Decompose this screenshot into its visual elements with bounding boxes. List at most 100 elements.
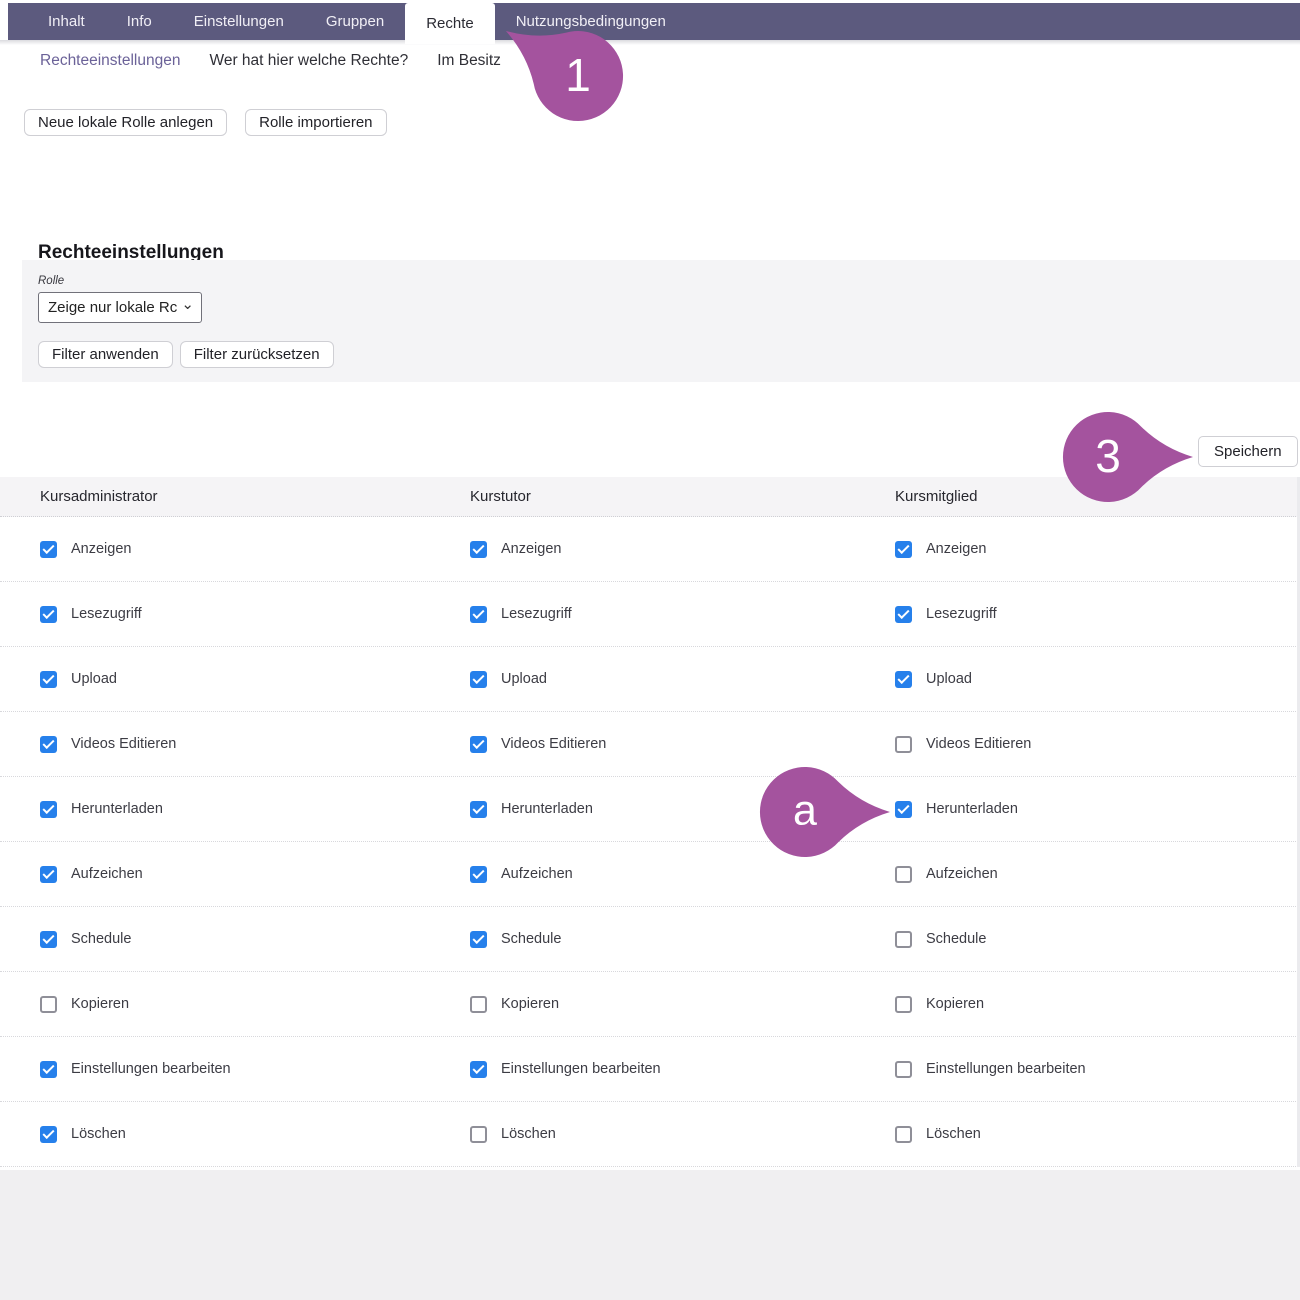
permission-cell: Kopieren — [470, 996, 895, 1013]
filter-apply-button[interactable]: Filter anwenden — [38, 341, 173, 368]
checkbox-kurstutor-upload[interactable] — [470, 671, 487, 688]
tab-rechte[interactable]: Rechte — [405, 3, 495, 44]
permission-cell: Lesezugriff — [895, 606, 1300, 623]
checkbox-kurstutor-kopieren[interactable] — [470, 996, 487, 1013]
permissions-table: Anzeigen Anzeigen Anzeigen Lesezugriff Lesez… — [0, 517, 1300, 1167]
permission-label: Löschen — [926, 1126, 981, 1142]
permission-label: Lesezugriff — [501, 606, 572, 622]
checkbox-kursmitglied-anzeigen[interactable] — [895, 541, 912, 558]
checkbox-kursmitglied-videos-editieren[interactable] — [895, 736, 912, 753]
permission-label: Upload — [71, 671, 117, 687]
permission-label: Videos Editieren — [926, 736, 1031, 752]
checkbox-kurstutor-herunterladen[interactable] — [470, 801, 487, 818]
checkbox-kursmitglied-einstellungen-bearbeiten[interactable] — [895, 1061, 912, 1078]
checkbox-kursadministrator-schedule[interactable] — [40, 931, 57, 948]
annotation-balloon-1: 1 — [531, 26, 665, 126]
permission-cell: Anzeigen — [895, 541, 1300, 558]
checkbox-kursadministrator-upload[interactable] — [40, 671, 57, 688]
permission-cell: Herunterladen — [40, 801, 470, 818]
permission-label: Lesezugriff — [926, 606, 997, 622]
table-row-schedule: ScheduleScheduleSchedule — [0, 907, 1300, 972]
permission-cell: Videos Editieren — [470, 736, 895, 753]
permission-cell: Löschen — [470, 1126, 895, 1143]
permission-cell: Kopieren — [895, 996, 1300, 1013]
checkbox-kursmitglied-herunterladen[interactable] — [895, 801, 912, 818]
permission-cell: Upload — [895, 671, 1300, 688]
annotation-balloon-a: a — [758, 762, 892, 862]
permission-cell: Anzeigen — [40, 541, 470, 558]
permission-label: Kopieren — [926, 996, 984, 1012]
permission-cell: Upload — [40, 671, 470, 688]
checkbox-kursadministrator-aufzeichen[interactable] — [40, 866, 57, 883]
table-row-lesezugriff: LesezugriffLesezugriffLesezugriff — [0, 582, 1300, 647]
permission-label: Einstellungen bearbeiten — [71, 1061, 231, 1077]
filter-reset-button[interactable]: Filter zurücksetzen — [180, 341, 334, 368]
permission-label: Aufzeichen — [501, 866, 573, 882]
permission-cell: Einstellungen bearbeiten — [40, 1061, 470, 1078]
annotation-balloon-3: 3 — [1061, 407, 1195, 507]
save-button[interactable]: Speichern — [1198, 436, 1298, 467]
checkbox-kursadministrator-löschen[interactable] — [40, 1126, 57, 1143]
permission-label: Upload — [926, 671, 972, 687]
checkbox-kursadministrator-lesezugriff[interactable] — [40, 606, 57, 623]
permission-label: Videos Editieren — [71, 736, 176, 752]
checkbox-kursadministrator-videos-editieren[interactable] — [40, 736, 57, 753]
permission-label: Anzeigen — [501, 541, 561, 557]
checkbox-kursmitglied-aufzeichen[interactable] — [895, 866, 912, 883]
new-role-button[interactable]: Neue lokale Rolle anlegen — [24, 109, 227, 136]
permission-label: Herunterladen — [501, 801, 593, 817]
column-header-kursadministrator: Kursadministrator — [40, 488, 470, 505]
checkbox-kurstutor-einstellungen-bearbeiten[interactable] — [470, 1061, 487, 1078]
checkbox-kursadministrator-anzeigen[interactable] — [40, 541, 57, 558]
subnav-rechteeinstellungen[interactable]: Rechteeinstellungen — [40, 52, 180, 70]
table-row-videos-editieren: Videos Editieren Videos Editieren Videos E… — [0, 712, 1300, 777]
checkbox-kurstutor-schedule[interactable] — [470, 931, 487, 948]
tab-gruppen[interactable]: Gruppen — [305, 3, 405, 40]
table-row-aufzeichen: AufzeichenAufzeichenAufzeichen — [0, 842, 1300, 907]
checkbox-kursmitglied-löschen[interactable] — [895, 1126, 912, 1143]
permission-cell: Kopieren — [40, 996, 470, 1013]
permission-cell: Videos Editieren — [895, 736, 1300, 753]
checkbox-kursadministrator-herunterladen[interactable] — [40, 801, 57, 818]
permission-label: Löschen — [71, 1126, 126, 1142]
permission-label: Anzeigen — [71, 541, 131, 557]
tab-info[interactable]: Info — [106, 3, 173, 40]
checkbox-kursmitglied-kopieren[interactable] — [895, 996, 912, 1013]
checkbox-kursmitglied-lesezugriff[interactable] — [895, 606, 912, 623]
checkbox-kurstutor-anzeigen[interactable] — [470, 541, 487, 558]
tab-inhalt[interactable]: Inhalt — [27, 3, 106, 40]
checkbox-kurstutor-videos-editieren[interactable] — [470, 736, 487, 753]
permission-cell: Anzeigen — [470, 541, 895, 558]
permission-label: Kopieren — [71, 996, 129, 1012]
permission-cell: Löschen — [895, 1126, 1300, 1143]
balloon-icon — [758, 762, 892, 862]
table-row-herunterladen: Herunterladen Herunterladen Herunterladen — [0, 777, 1300, 842]
permission-label: Kopieren — [501, 996, 559, 1012]
permission-cell: Löschen — [40, 1126, 470, 1143]
import-role-button[interactable]: Rolle importieren — [245, 109, 386, 136]
permission-label: Herunterladen — [71, 801, 163, 817]
checkbox-kurstutor-lesezugriff[interactable] — [470, 606, 487, 623]
checkbox-kursadministrator-kopieren[interactable] — [40, 996, 57, 1013]
checkbox-kursadministrator-einstellungen-bearbeiten[interactable] — [40, 1061, 57, 1078]
permission-cell: Einstellungen bearbeiten — [895, 1061, 1300, 1078]
page: InhaltInfoEinstellungenGruppenRechteNutz… — [0, 0, 1300, 1300]
table-row-anzeigen: Anzeigen Anzeigen Anzeigen — [0, 517, 1300, 582]
role-filter-select[interactable]: Zeige nur lokale Rc — [38, 292, 202, 323]
checkbox-kursmitglied-schedule[interactable] — [895, 931, 912, 948]
subnav-wer-hat-hier-welche-rechte[interactable]: Wer hat hier welche Rechte? — [209, 52, 408, 70]
annotation-label: 1 — [565, 52, 591, 98]
role-toolbar: Neue lokale Rolle anlegen Rolle importie… — [24, 109, 387, 136]
checkbox-kurstutor-löschen[interactable] — [470, 1126, 487, 1143]
tab-label: Rechte — [426, 15, 474, 32]
permission-cell: Herunterladen — [895, 801, 1300, 818]
permission-cell: Upload — [470, 671, 895, 688]
table-row-löschen: Löschen Löschen Löschen — [0, 1102, 1300, 1167]
checkbox-kursmitglied-upload[interactable] — [895, 671, 912, 688]
permission-label: Herunterladen — [926, 801, 1018, 817]
permission-cell: Aufzeichen — [40, 866, 470, 883]
permission-label: Aufzeichen — [71, 866, 143, 882]
tab-einstellungen[interactable]: Einstellungen — [173, 3, 305, 40]
checkbox-kurstutor-aufzeichen[interactable] — [470, 866, 487, 883]
permission-cell: Videos Editieren — [40, 736, 470, 753]
